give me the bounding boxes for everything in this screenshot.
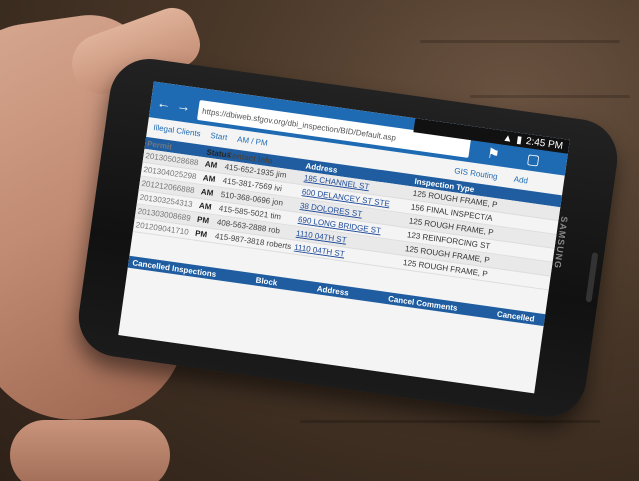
fingers [10, 420, 170, 481]
status-cell: AM [202, 173, 216, 184]
add-link[interactable]: Add [513, 175, 528, 186]
bookmark-icon[interactable]: ⚑ [486, 145, 501, 164]
cancelled-title: Cancelled Inspections [131, 257, 217, 279]
tab-start[interactable]: Start [210, 130, 228, 141]
forward-icon[interactable]: → [176, 97, 192, 115]
phone-screen: ← → https://dbiweb.sfgov.org/dbi_inspect… [118, 81, 570, 394]
status-cell: AM [204, 159, 218, 171]
tab-illegal-clients[interactable]: Illegal Clients [153, 122, 201, 138]
cancel-col-cancelled: Cancelled [496, 309, 536, 324]
cancel-col-address: Address [316, 283, 350, 298]
status-cell: PM [194, 228, 208, 240]
wood-grain [300, 420, 600, 423]
battery-icon: ▮ [515, 134, 523, 146]
back-icon[interactable]: ← [156, 94, 172, 112]
status-cell: AM [198, 201, 213, 212]
home-key [585, 252, 599, 303]
signal-icon: ▲ [502, 132, 514, 145]
status-cell: AM [200, 187, 214, 198]
photo-scene: SAMSUNG ← → https://dbiweb.sfgov.org/dbi… [0, 0, 639, 481]
tabs-icon[interactable]: ▢ [526, 150, 541, 169]
tab-am-pm[interactable]: AM / PM [237, 134, 269, 147]
status-cell: PM [196, 214, 210, 226]
cancel-col-comments: Cancel Comments [387, 293, 459, 313]
cancel-col-block: Block [255, 275, 278, 288]
wood-grain [420, 40, 620, 43]
wood-grain [470, 95, 630, 98]
